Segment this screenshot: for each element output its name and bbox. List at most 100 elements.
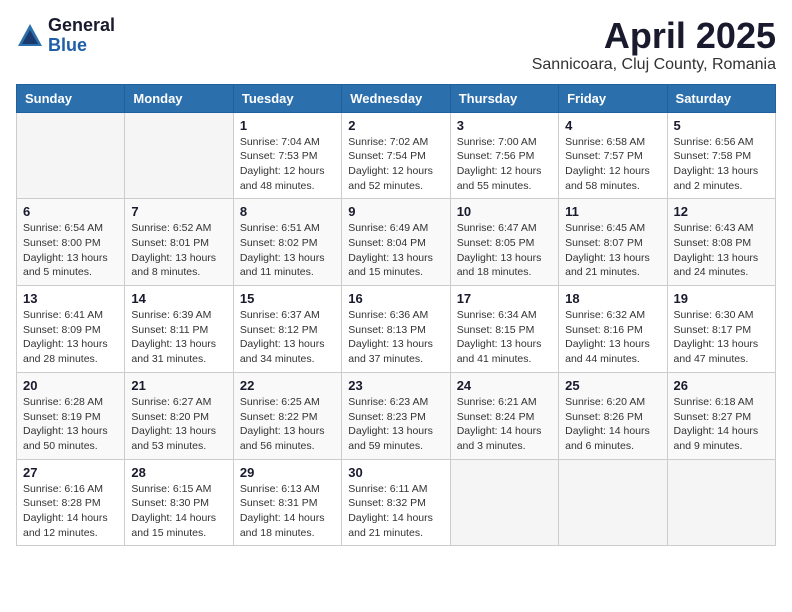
- logo-general-text: General: [48, 16, 115, 36]
- calendar-cell: 5 Sunrise: 6:56 AM Sunset: 7:58 PM Daylig…: [667, 112, 775, 199]
- day-info: Sunrise: 6:28 AM Sunset: 8:19 PM Dayligh…: [23, 395, 118, 454]
- calendar-cell: 18Sunrise: 6:32 AM Sunset: 8:16 PM Dayli…: [559, 286, 667, 373]
- month-title: April 2025: [532, 16, 776, 56]
- day-info: Sunrise: 6:34 AM Sunset: 8:15 PM Dayligh…: [457, 308, 552, 367]
- day-info: Sunrise: 6:43 AM Sunset: 8:08 PM Dayligh…: [674, 221, 769, 280]
- day-info: Sunrise: 6:15 AM Sunset: 8:30 PM Dayligh…: [131, 482, 226, 541]
- calendar-cell: 7 Sunrise: 6:52 AM Sunset: 8:01 PM Daylig…: [125, 199, 233, 286]
- calendar-cell: 25 Sunrise: 6:20 AM Sunset: 8:26 PM Dayli…: [559, 372, 667, 459]
- weekday-header-tuesday: Tuesday: [233, 84, 341, 112]
- day-info: Sunrise: 6:16 AM Sunset: 8:28 PM Dayligh…: [23, 482, 118, 541]
- calendar-cell: 1 Sunrise: 7:04 AM Sunset: 7:53 PM Daylig…: [233, 112, 341, 199]
- day-number: 17: [457, 291, 552, 306]
- header: General Blue April 2025 Sannicoara, Cluj…: [16, 16, 776, 74]
- calendar-cell: 26 Sunrise: 6:18 AM Sunset: 8:27 PM Dayli…: [667, 372, 775, 459]
- calendar-cell: 24Sunrise: 6:21 AM Sunset: 8:24 PM Dayli…: [450, 372, 558, 459]
- calendar-cell: 2Sunrise: 7:02 AM Sunset: 7:54 PM Daylig…: [342, 112, 450, 199]
- day-number: 27: [23, 465, 118, 480]
- day-number: 29: [240, 465, 335, 480]
- day-info: Sunrise: 6:18 AM Sunset: 8:27 PM Dayligh…: [674, 395, 769, 454]
- day-number: 1: [240, 118, 335, 133]
- calendar-week-row: 20Sunrise: 6:28 AM Sunset: 8:19 PM Dayli…: [17, 372, 776, 459]
- day-number: 4: [565, 118, 660, 133]
- logo-icon: [16, 22, 44, 50]
- day-info: Sunrise: 7:00 AM Sunset: 7:56 PM Dayligh…: [457, 135, 552, 194]
- day-number: 11: [565, 204, 660, 219]
- calendar-cell: [559, 459, 667, 546]
- calendar-cell: 30 Sunrise: 6:11 AM Sunset: 8:32 PM Dayli…: [342, 459, 450, 546]
- weekday-header-friday: Friday: [559, 84, 667, 112]
- day-number: 22: [240, 378, 335, 393]
- calendar-cell: 17 Sunrise: 6:34 AM Sunset: 8:15 PM Dayli…: [450, 286, 558, 373]
- day-number: 16: [348, 291, 443, 306]
- title-area: April 2025 Sannicoara, Cluj County, Roma…: [532, 16, 776, 74]
- day-number: 6: [23, 204, 118, 219]
- day-info: Sunrise: 6:13 AM Sunset: 8:31 PM Dayligh…: [240, 482, 335, 541]
- weekday-header-monday: Monday: [125, 84, 233, 112]
- day-number: 7: [131, 204, 226, 219]
- day-number: 28: [131, 465, 226, 480]
- day-number: 15: [240, 291, 335, 306]
- day-info: Sunrise: 6:23 AM Sunset: 8:23 PM Dayligh…: [348, 395, 443, 454]
- day-number: 8: [240, 204, 335, 219]
- calendar-cell: 8 Sunrise: 6:51 AM Sunset: 8:02 PM Daylig…: [233, 199, 341, 286]
- weekday-header-thursday: Thursday: [450, 84, 558, 112]
- day-info: Sunrise: 6:51 AM Sunset: 8:02 PM Dayligh…: [240, 221, 335, 280]
- day-info: Sunrise: 6:52 AM Sunset: 8:01 PM Dayligh…: [131, 221, 226, 280]
- calendar-cell: 12 Sunrise: 6:43 AM Sunset: 8:08 PM Dayli…: [667, 199, 775, 286]
- day-info: Sunrise: 6:54 AM Sunset: 8:00 PM Dayligh…: [23, 221, 118, 280]
- weekday-header-wednesday: Wednesday: [342, 84, 450, 112]
- day-info: Sunrise: 6:39 AM Sunset: 8:11 PM Dayligh…: [131, 308, 226, 367]
- calendar-cell: 29 Sunrise: 6:13 AM Sunset: 8:31 PM Dayli…: [233, 459, 341, 546]
- weekday-header-saturday: Saturday: [667, 84, 775, 112]
- calendar-cell: 19 Sunrise: 6:30 AM Sunset: 8:17 PM Dayli…: [667, 286, 775, 373]
- calendar-week-row: 1 Sunrise: 7:04 AM Sunset: 7:53 PM Daylig…: [17, 112, 776, 199]
- calendar-cell: 27 Sunrise: 6:16 AM Sunset: 8:28 PM Dayli…: [17, 459, 125, 546]
- calendar-week-row: 27 Sunrise: 6:16 AM Sunset: 8:28 PM Dayli…: [17, 459, 776, 546]
- calendar-cell: [125, 112, 233, 199]
- day-info: Sunrise: 6:41 AM Sunset: 8:09 PM Dayligh…: [23, 308, 118, 367]
- day-number: 23: [348, 378, 443, 393]
- day-number: 18: [565, 291, 660, 306]
- calendar-cell: 4 Sunrise: 6:58 AM Sunset: 7:57 PM Daylig…: [559, 112, 667, 199]
- calendar-cell: 16 Sunrise: 6:36 AM Sunset: 8:13 PM Dayli…: [342, 286, 450, 373]
- day-number: 3: [457, 118, 552, 133]
- calendar-cell: [450, 459, 558, 546]
- calendar-cell: 14 Sunrise: 6:39 AM Sunset: 8:11 PM Dayli…: [125, 286, 233, 373]
- location-text: Sannicoara, Cluj County, Romania: [532, 56, 776, 74]
- day-info: Sunrise: 7:04 AM Sunset: 7:53 PM Dayligh…: [240, 135, 335, 194]
- day-number: 26: [674, 378, 769, 393]
- day-info: Sunrise: 6:30 AM Sunset: 8:17 PM Dayligh…: [674, 308, 769, 367]
- day-number: 5: [674, 118, 769, 133]
- day-info: Sunrise: 6:36 AM Sunset: 8:13 PM Dayligh…: [348, 308, 443, 367]
- calendar-table: SundayMondayTuesdayWednesdayThursdayFrid…: [16, 84, 776, 547]
- day-info: Sunrise: 6:47 AM Sunset: 8:05 PM Dayligh…: [457, 221, 552, 280]
- day-info: Sunrise: 6:58 AM Sunset: 7:57 PM Dayligh…: [565, 135, 660, 194]
- day-number: 30: [348, 465, 443, 480]
- calendar-cell: 23 Sunrise: 6:23 AM Sunset: 8:23 PM Dayli…: [342, 372, 450, 459]
- calendar-header-row: SundayMondayTuesdayWednesdayThursdayFrid…: [17, 84, 776, 112]
- calendar-cell: 21 Sunrise: 6:27 AM Sunset: 8:20 PM Dayli…: [125, 372, 233, 459]
- day-number: 12: [674, 204, 769, 219]
- day-info: Sunrise: 6:56 AM Sunset: 7:58 PM Dayligh…: [674, 135, 769, 194]
- day-info: Sunrise: 6:45 AM Sunset: 8:07 PM Dayligh…: [565, 221, 660, 280]
- day-number: 10: [457, 204, 552, 219]
- calendar-cell: 11 Sunrise: 6:45 AM Sunset: 8:07 PM Dayli…: [559, 199, 667, 286]
- day-number: 14: [131, 291, 226, 306]
- day-number: 19: [674, 291, 769, 306]
- day-info: Sunrise: 7:02 AM Sunset: 7:54 PM Dayligh…: [348, 135, 443, 194]
- day-number: 25: [565, 378, 660, 393]
- calendar-cell: [17, 112, 125, 199]
- day-info: Sunrise: 6:20 AM Sunset: 8:26 PM Dayligh…: [565, 395, 660, 454]
- day-number: 21: [131, 378, 226, 393]
- day-info: Sunrise: 6:27 AM Sunset: 8:20 PM Dayligh…: [131, 395, 226, 454]
- day-info: Sunrise: 6:11 AM Sunset: 8:32 PM Dayligh…: [348, 482, 443, 541]
- calendar-cell: 9Sunrise: 6:49 AM Sunset: 8:04 PM Daylig…: [342, 199, 450, 286]
- calendar-cell: 28 Sunrise: 6:15 AM Sunset: 8:30 PM Dayli…: [125, 459, 233, 546]
- day-number: 9: [348, 204, 443, 219]
- calendar-cell: 15Sunrise: 6:37 AM Sunset: 8:12 PM Dayli…: [233, 286, 341, 373]
- logo-blue-text: Blue: [48, 36, 115, 56]
- calendar-week-row: 6 Sunrise: 6:54 AM Sunset: 8:00 PM Daylig…: [17, 199, 776, 286]
- calendar-cell: 22Sunrise: 6:25 AM Sunset: 8:22 PM Dayli…: [233, 372, 341, 459]
- calendar-cell: [667, 459, 775, 546]
